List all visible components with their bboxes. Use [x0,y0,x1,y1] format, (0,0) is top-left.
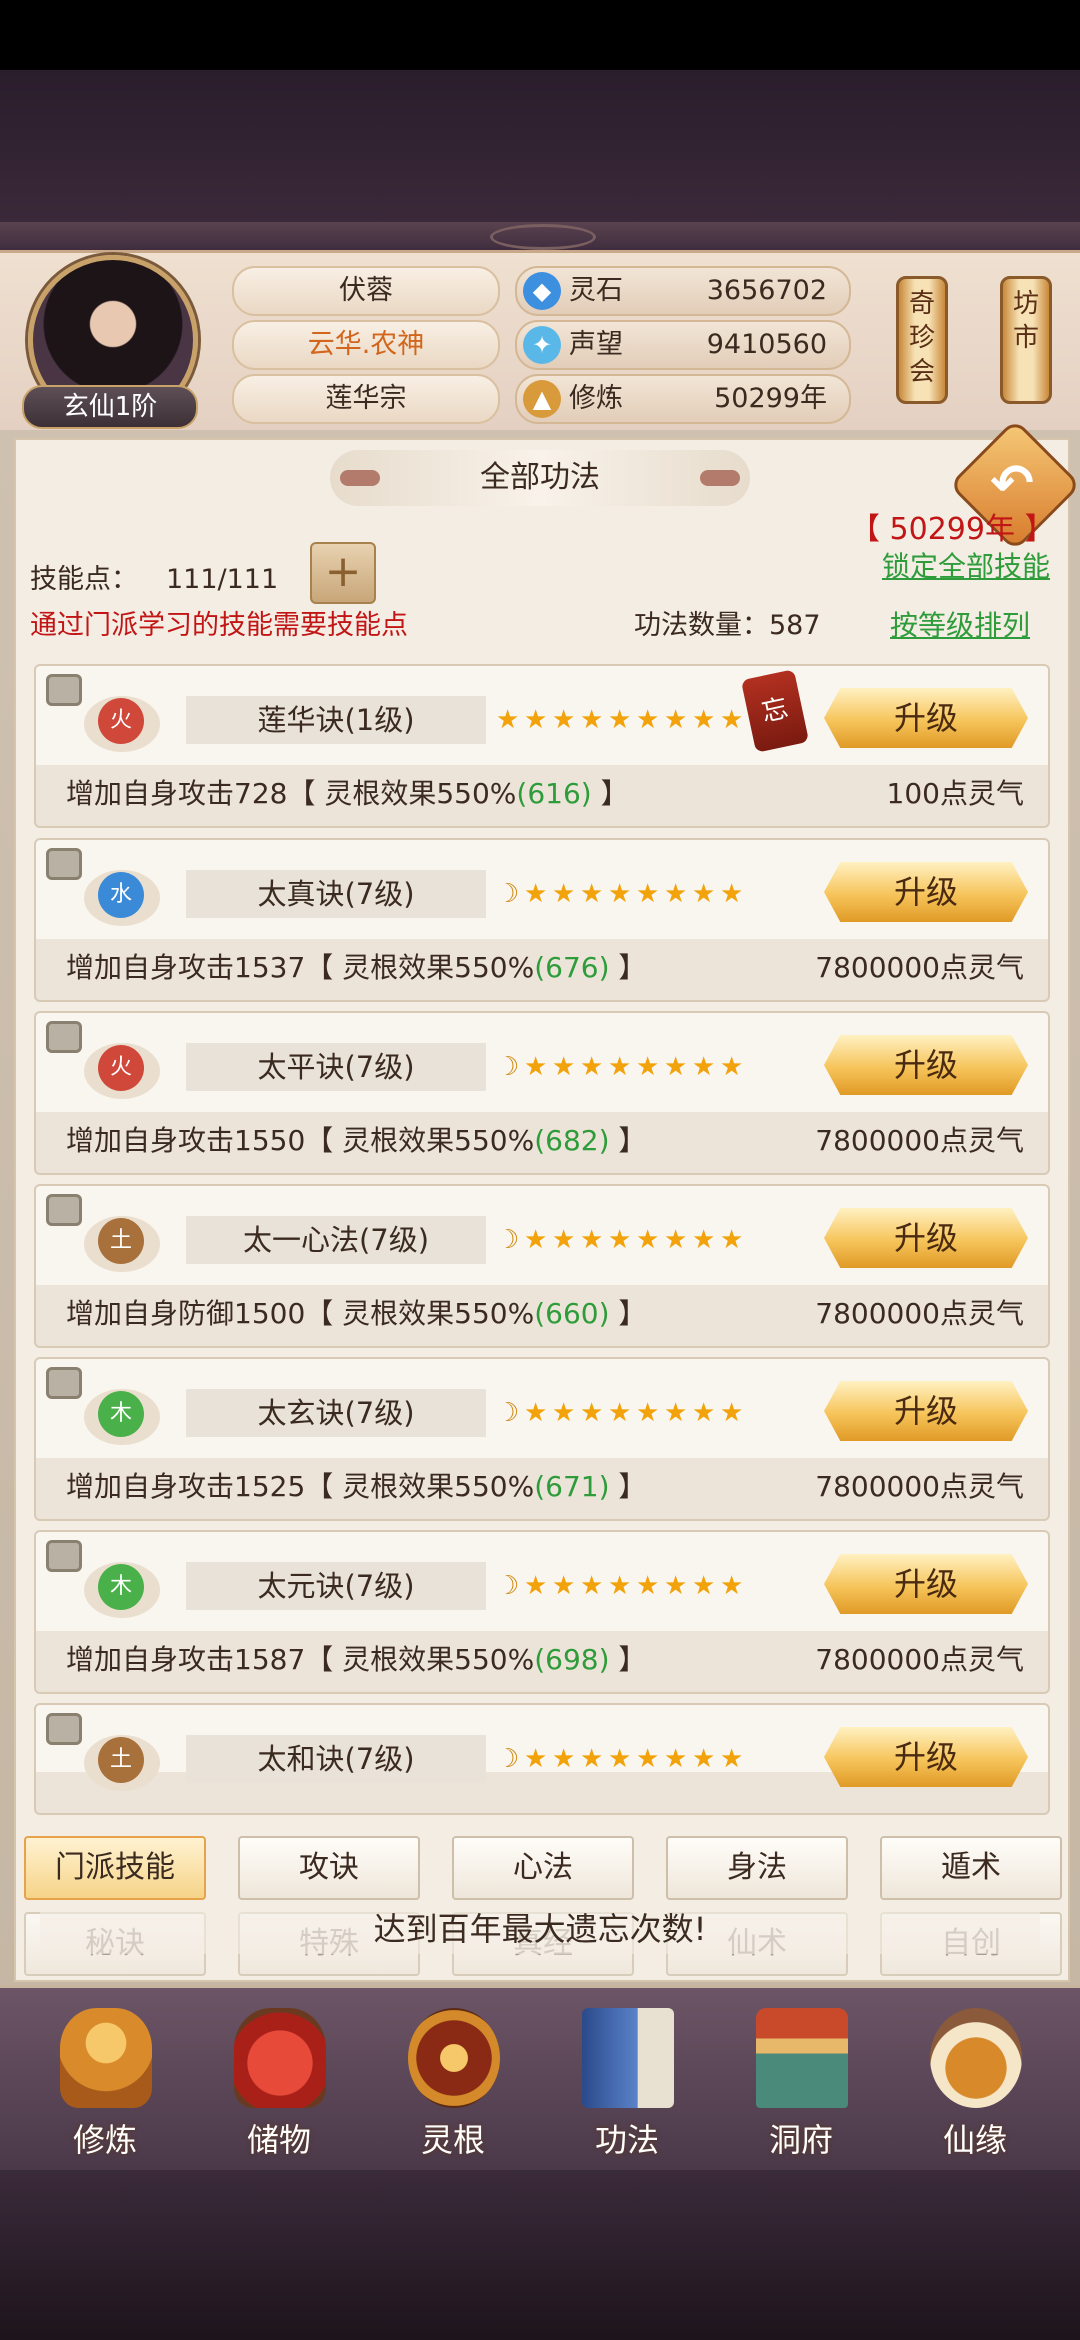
page-title: 全部功法 [480,460,600,495]
upgrade-button[interactable]: 升级 [824,1554,1028,1614]
tab-mind[interactable]: 心法 [452,1836,634,1900]
skill-points-label: 技能点： [30,564,138,595]
toast-message: 达到百年最大遗忘次数! [40,1902,1040,1954]
lock-all-skills-link[interactable]: 锁定全部技能 [840,548,1050,586]
upgrade-button[interactable]: 升级 [824,688,1028,748]
player-title: 云华.农神 [232,320,500,370]
storage-bag-icon [234,2008,326,2108]
nav-spirit-root[interactable]: 灵根 [378,2000,528,2170]
market-button[interactable]: 坊市 [1000,276,1052,404]
skill-name: 莲华诀(1级) [257,703,415,737]
top-ornament [0,222,1080,252]
skill-description: 增加自身攻击1550【 灵根效果550%(682) 】 [66,1124,647,1157]
lock-icon[interactable] [46,674,82,706]
skill-name: 太真诀(7级) [257,877,415,911]
add-skill-points-button[interactable]: + [310,542,376,604]
skill-description: 增加自身攻击1537【 灵根效果550%(676) 】 [66,951,647,984]
skill-name: 太元诀(7级) [257,1569,415,1603]
element-earth-icon: 土 [98,1218,144,1264]
star-rating: ☽ ★ ★ ★ ★ ★ ★ ★ ★ [496,1398,744,1428]
skill-book-icon [582,2008,674,2108]
upgrade-button[interactable]: 升级 [824,1727,1028,1787]
bottom-dark-area [0,2170,1080,2340]
skill-description: 增加自身攻击1525【 灵根效果550%(671) 】 [66,1470,647,1503]
nav-skills[interactable]: 功法 [552,2000,702,2170]
upgrade-cost: 7800000点灵气 [815,1297,1024,1330]
element-water-icon: 水 [98,872,144,918]
cave-dwelling-icon [756,2008,848,2108]
lock-icon[interactable] [46,1713,82,1745]
upgrade-cost: 100点灵气 [886,777,1024,810]
tab-sect-skills[interactable]: 门派技能 [24,1836,206,1900]
element-fire-icon: 火 [98,1045,144,1091]
reputation-icon: ✦ [523,326,561,364]
skill-card[interactable]: 木 太元诀(7级) ☽ ★ ★ ★ ★ ★ ★ ★ ★ 升级 增加自身攻击1587【 灵根效果5… [34,1530,1050,1694]
lock-icon[interactable] [46,1194,82,1226]
sort-by-level-link[interactable]: 按等级排列 [890,606,1030,646]
treasure-fair-button[interactable]: 奇珍会 [896,276,948,404]
skill-card[interactable]: 水 太真诀(7级) ☽ ★ ★ ★ ★ ★ ★ ★ ★ 升级 增加自身攻击1537【 灵根效果5… [34,838,1050,1002]
tab-movement[interactable]: 身法 [666,1836,848,1900]
upgrade-cost: 7800000点灵气 [815,1470,1024,1503]
lock-icon[interactable] [46,1021,82,1053]
spirit-stone-icon: ◆ [523,272,561,310]
skill-description: 增加自身防御1500【 灵根效果550%(660) 】 [66,1297,647,1330]
skill-name: 太平诀(7级) [257,1050,415,1084]
lock-icon[interactable] [46,1540,82,1572]
player-sect: 莲华宗 [232,374,500,424]
nav-cultivation[interactable]: 修炼 [30,2000,180,2170]
player-name: 伏蓉 [232,266,500,316]
upgrade-cost: 7800000点灵气 [815,951,1024,984]
star-rating: ☽ ★ ★ ★ ★ ★ ★ ★ ★ [496,879,744,909]
spirit-root-icon [408,2008,500,2108]
skill-card[interactable]: 木 太玄诀(7级) ☽ ★ ★ ★ ★ ★ ★ ★ ★ 升级 增加自身攻击1525【 灵根效果5… [34,1357,1050,1521]
nav-cave[interactable]: 洞府 [726,2000,876,2170]
skill-name: 太玄诀(7级) [257,1396,415,1430]
lock-icon[interactable] [46,1367,82,1399]
skill-name: 太和诀(7级) [257,1742,415,1776]
immortal-fate-icon [930,2008,1022,2108]
resource-cultivation: ▲ 修炼 50299年 [515,374,851,424]
skill-card[interactable]: 火 太平诀(7级) ☽ ★ ★ ★ ★ ★ ★ ★ ★ 升级 增加自身攻击1550【 灵根效果5… [34,1011,1050,1175]
cultivation-icon: ▲ [523,380,561,418]
upgrade-button[interactable]: 升级 [824,1381,1028,1441]
star-rating: ☽ ★ ★ ★ ★ ★ ★ ★ ★ [496,1052,744,1082]
star-rating: ★ ★ ★ ★ ★ ★ ★ ★ ★ [496,705,744,735]
rank-badge: 玄仙1阶 [22,385,198,429]
skill-points-notice: 通过门派学习的技能需要技能点 [30,610,408,641]
element-fire-icon: 火 [98,698,144,744]
skill-name: 太一心法(7级) [242,1223,430,1257]
star-rating: ☽ ★ ★ ★ ★ ★ ★ ★ ★ [496,1744,744,1774]
star-rating: ☽ ★ ★ ★ ★ ★ ★ ★ ★ [496,1225,744,1255]
skill-points-value: 111/111 [166,564,279,595]
nav-storage[interactable]: 储物 [204,2000,354,2170]
skill-count: 功法数量：587 [634,610,821,641]
resource-reputation: ✦ 声望 9410560 [515,320,851,370]
star-rating: ☽ ★ ★ ★ ★ ★ ★ ★ ★ [496,1571,744,1601]
cultivation-figure-icon [60,2008,152,2108]
upgrade-button[interactable]: 升级 [824,1208,1028,1268]
top-status-area [0,0,1080,250]
year-display: 【 50299年 】 [850,512,1055,547]
skill-description: 增加自身攻击1587【 灵根效果550%(698) 】 [66,1643,647,1676]
tab-attack[interactable]: 攻诀 [238,1836,420,1900]
element-wood-icon: 木 [98,1391,144,1437]
skill-card[interactable]: 土 太和诀(7级) ☽ ★ ★ ★ ★ ★ ★ ★ ★ 升级 [34,1703,1050,1815]
skill-description: 增加自身攻击728【 灵根效果550%(616) 】 [66,777,629,810]
upgrade-button[interactable]: 升级 [824,1035,1028,1095]
lock-icon[interactable] [46,848,82,880]
element-wood-icon: 木 [98,1564,144,1610]
resource-spirit-stone: ◆ 灵石 3656702 [515,266,851,316]
nav-immortal-fate[interactable]: 仙缘 [900,2000,1050,2170]
skill-card[interactable]: 土 太一心法(7级) ☽ ★ ★ ★ ★ ★ ★ ★ ★ 升级 增加自身防御1500【 灵根效果… [34,1184,1050,1348]
element-earth-icon: 土 [98,1737,144,1783]
skill-card[interactable]: 火 莲华诀(1级) ★ ★ ★ ★ ★ ★ ★ ★ ★ 忘 升级 增加自身攻击728【 灵根效果… [34,664,1050,828]
upgrade-cost: 7800000点灵气 [815,1124,1024,1157]
upgrade-cost: 7800000点灵气 [815,1643,1024,1676]
tab-escape[interactable]: 遁术 [880,1836,1062,1900]
upgrade-button[interactable]: 升级 [824,862,1028,922]
